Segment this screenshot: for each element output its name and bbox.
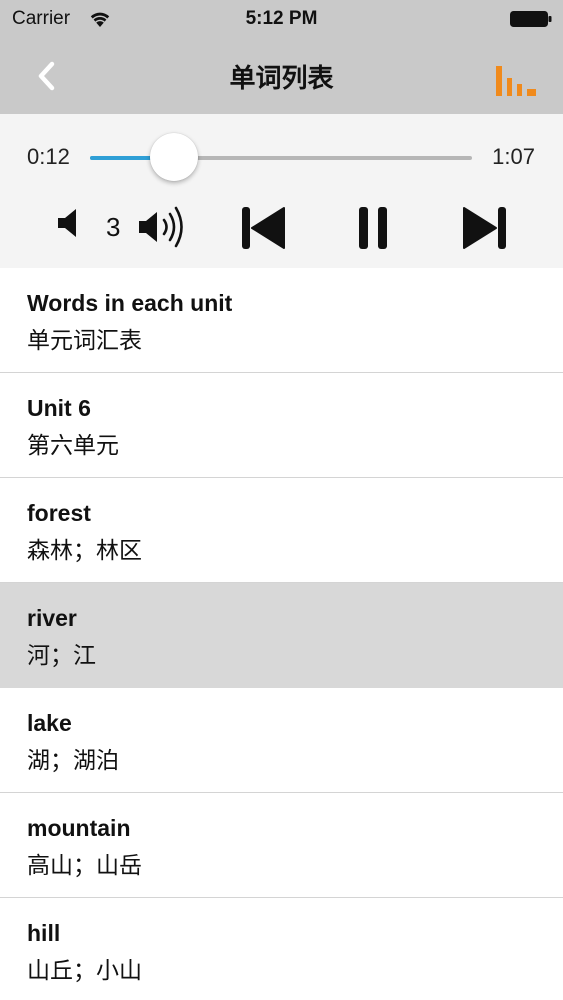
current-time: 0:12 (27, 144, 70, 169)
word-english: Words in each unit (27, 290, 233, 316)
progress-slider[interactable] (90, 133, 472, 181)
list-item[interactable]: river 河；江 (0, 583, 563, 688)
list-item[interactable]: lake 湖；湖泊 (0, 688, 563, 793)
word-english: hill (27, 920, 61, 946)
word-chinese: 山丘；小山 (27, 957, 142, 983)
word-list: Words in each unit 单元词汇表 Unit 6 第六单元 forest 森… (0, 268, 563, 1000)
word-list-screen: Carrier 5:12 PM 单词列表 0:12 1:07 3 Words i… (0, 0, 563, 1000)
list-item[interactable]: hill 山丘；小山 (0, 898, 563, 1000)
audio-player: 0:12 1:07 3 (0, 114, 563, 268)
pause-icon[interactable] (358, 206, 388, 250)
word-english: Unit 6 (27, 395, 91, 421)
word-chinese: 单元词汇表 (27, 327, 142, 353)
word-chinese: 高山；山岳 (27, 852, 142, 878)
battery-icon (510, 11, 552, 27)
word-chinese: 湖；湖泊 (27, 747, 119, 773)
volume-up-icon[interactable] (137, 204, 191, 250)
word-english: lake (27, 710, 72, 736)
page-title: 单词列表 (229, 63, 334, 93)
top-bar: Carrier 5:12 PM 单词列表 (0, 0, 563, 114)
word-chinese: 第六单元 (27, 432, 119, 458)
word-chinese: 河；江 (27, 642, 96, 668)
navigation-bar: 单词列表 (0, 38, 563, 114)
word-english: mountain (27, 815, 131, 841)
volume-down-icon[interactable] (54, 206, 84, 240)
word-english: river (27, 605, 77, 631)
word-chinese: 森林；林区 (27, 537, 142, 563)
bar-chart-icon[interactable] (495, 62, 537, 98)
list-item[interactable]: Words in each unit 单元词汇表 (0, 268, 563, 373)
total-time: 1:07 (492, 144, 535, 169)
status-time: 5:12 PM (245, 8, 318, 29)
skip-previous-icon[interactable] (240, 206, 286, 250)
word-english: forest (27, 500, 91, 526)
list-item[interactable]: forest 森林；林区 (0, 478, 563, 583)
list-item[interactable]: mountain 高山；山岳 (0, 793, 563, 898)
skip-next-icon[interactable] (462, 206, 508, 250)
progress-thumb[interactable] (150, 133, 199, 181)
list-item[interactable]: Unit 6 第六单元 (0, 373, 563, 478)
volume-level: 3 (106, 212, 121, 242)
status-bar: Carrier 5:12 PM (0, 0, 563, 38)
